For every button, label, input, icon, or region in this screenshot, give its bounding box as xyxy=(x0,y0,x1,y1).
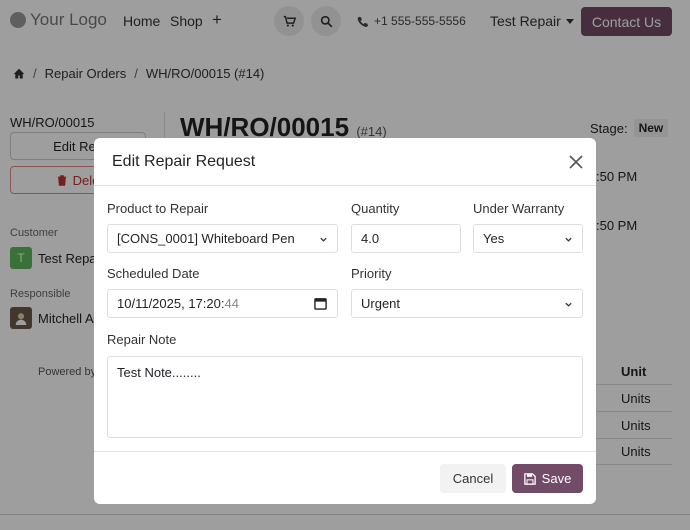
modal-footer-divider xyxy=(94,451,596,452)
modal-title: Edit Repair Request xyxy=(112,153,256,170)
save-icon xyxy=(523,472,536,485)
chevron-down-icon xyxy=(565,302,572,307)
product-select[interactable]: [CONS_0001] Whiteboard Pen xyxy=(107,224,338,253)
save-label: Save xyxy=(541,471,572,486)
priority-label: Priority xyxy=(351,266,392,281)
quantity-value: 4.0 xyxy=(361,231,380,246)
repair-note-label: Repair Note xyxy=(107,332,177,347)
repair-note-value: Test Note........ xyxy=(117,365,201,380)
close-button[interactable] xyxy=(567,153,585,171)
calendar-icon[interactable] xyxy=(314,297,327,310)
quantity-input[interactable]: 4.0 xyxy=(351,224,461,253)
scheduled-date-value: 10/11/2025, 17:20: xyxy=(117,296,225,311)
repair-note-textarea[interactable]: Test Note........ xyxy=(107,356,583,438)
quantity-label: Quantity xyxy=(351,201,400,216)
edit-repair-request-dialog: Edit Repair Request Product to Repair [C… xyxy=(94,138,596,504)
product-label: Product to Repair xyxy=(107,201,209,216)
save-button[interactable]: Save xyxy=(512,464,583,493)
modal-header: Edit Repair Request xyxy=(94,138,596,186)
chevron-down-icon xyxy=(565,237,572,242)
close-icon xyxy=(569,155,583,169)
product-value: [CONS_0001] Whiteboard Pen xyxy=(117,231,295,246)
warranty-label: Under Warranty xyxy=(473,201,565,216)
scheduled-date-seconds: 44 xyxy=(224,296,239,311)
warranty-select[interactable]: Yes xyxy=(473,224,583,253)
scheduled-date-label: Scheduled Date xyxy=(107,266,200,281)
scheduled-date-input[interactable]: 10/11/2025, 17:20: 44 xyxy=(107,289,338,318)
priority-value: Urgent xyxy=(361,296,401,311)
cancel-button[interactable]: Cancel xyxy=(440,464,506,493)
chevron-down-icon xyxy=(320,237,327,242)
warranty-value: Yes xyxy=(483,231,505,246)
priority-select[interactable]: Urgent xyxy=(351,289,583,318)
